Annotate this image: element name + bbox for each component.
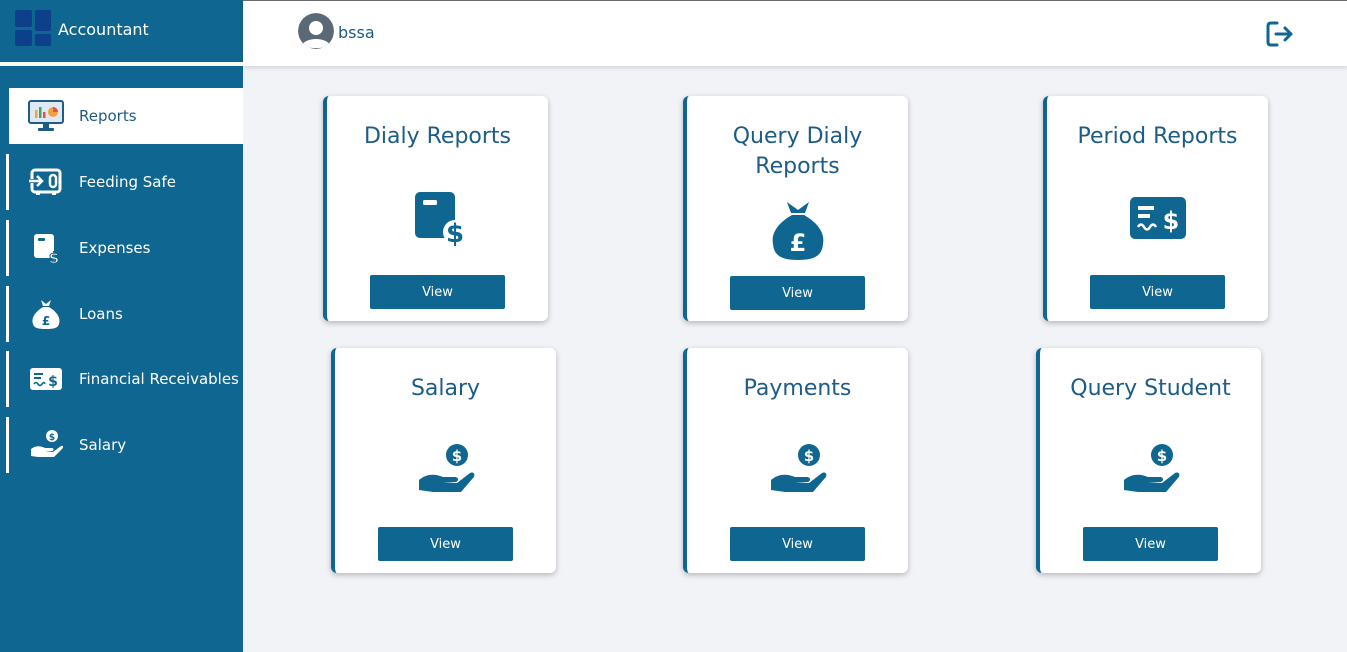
brand-bar: Accountant xyxy=(0,0,243,62)
app-title: Accountant xyxy=(58,20,149,39)
card-dialy-reports: Dialy Reports $ View xyxy=(323,96,548,321)
sidebar-item-label: Loans xyxy=(79,305,123,323)
hand-coin-icon: $ xyxy=(1124,444,1180,492)
sidebar-item-label: Financial Receivables xyxy=(79,370,239,388)
hand-coin-icon: $ xyxy=(771,444,827,492)
logout-icon[interactable] xyxy=(1265,19,1295,49)
sidebar-item-label: Reports xyxy=(79,107,137,125)
top-header: bssa xyxy=(243,0,1347,66)
sidebar-item-label: Salary xyxy=(79,436,127,454)
sidebar-item-label: Expenses xyxy=(79,239,151,257)
monitor-chart-icon xyxy=(28,100,64,131)
sidebar-item-loans[interactable]: £ Loans xyxy=(6,286,243,342)
view-button[interactable]: View xyxy=(1090,275,1225,309)
sidebar: Accountant Reports Feeding Safe $ Expens… xyxy=(0,0,243,652)
sidebar-divider xyxy=(0,62,243,66)
svg-text:$: $ xyxy=(48,374,58,390)
view-button[interactable]: View xyxy=(730,276,865,310)
view-button[interactable]: View xyxy=(1083,527,1218,561)
card-salary: Salary $ View xyxy=(331,348,556,573)
card-title: Query Dialy Reports xyxy=(732,124,863,179)
card-title: Salary xyxy=(410,376,481,401)
user-avatar-icon xyxy=(298,13,334,49)
svg-text:$: $ xyxy=(452,447,462,465)
expense-document-icon: $ xyxy=(415,192,467,249)
card-title: Payments xyxy=(743,376,852,401)
svg-text:£: £ xyxy=(42,314,50,328)
view-button[interactable]: View xyxy=(730,527,865,561)
money-bag-icon: £ xyxy=(32,300,60,329)
sidebar-item-reports[interactable]: Reports xyxy=(6,88,243,144)
expense-document-icon: $ xyxy=(34,234,60,264)
view-button[interactable]: View xyxy=(378,527,513,561)
card-query-student: Query Student $ View xyxy=(1036,348,1261,573)
view-button[interactable]: View xyxy=(370,275,505,309)
check-dollar-icon: $ xyxy=(1130,197,1186,239)
money-bag-icon: £ xyxy=(772,202,824,260)
sidebar-item-label: Feeding Safe xyxy=(79,173,176,191)
card-query-dialy-reports: Query Dialy Reports £ View xyxy=(683,96,908,321)
hand-coin-icon: $ xyxy=(419,444,475,492)
svg-text:$: $ xyxy=(1157,447,1167,465)
card-period-reports: Period Reports $ View xyxy=(1043,96,1268,321)
card-title: Query Student xyxy=(1070,376,1231,401)
svg-text:$: $ xyxy=(804,447,814,465)
sidebar-item-expenses[interactable]: $ Expenses xyxy=(6,220,243,276)
card-title: Dialy Reports xyxy=(363,124,512,149)
svg-text:$: $ xyxy=(446,219,464,249)
dashboard-logo-icon xyxy=(15,10,51,46)
safe-deposit-icon xyxy=(28,168,62,195)
svg-text:£: £ xyxy=(790,229,807,257)
username: bssa xyxy=(338,23,375,42)
svg-text:$: $ xyxy=(1163,207,1180,235)
sidebar-item-financial-receivables[interactable]: $ Financial Receivables xyxy=(6,351,243,407)
avatar[interactable] xyxy=(298,13,334,49)
svg-text:$: $ xyxy=(49,249,59,264)
sidebar-item-feeding-safe[interactable]: Feeding Safe xyxy=(6,154,243,210)
sidebar-item-salary[interactable]: $ Salary xyxy=(6,417,243,473)
hand-coin-icon: $ xyxy=(31,430,64,457)
svg-text:$: $ xyxy=(49,433,55,443)
card-payments: Payments $ View xyxy=(683,348,908,573)
check-dollar-icon: $ xyxy=(30,368,62,390)
card-title: Period Reports xyxy=(1077,124,1238,149)
